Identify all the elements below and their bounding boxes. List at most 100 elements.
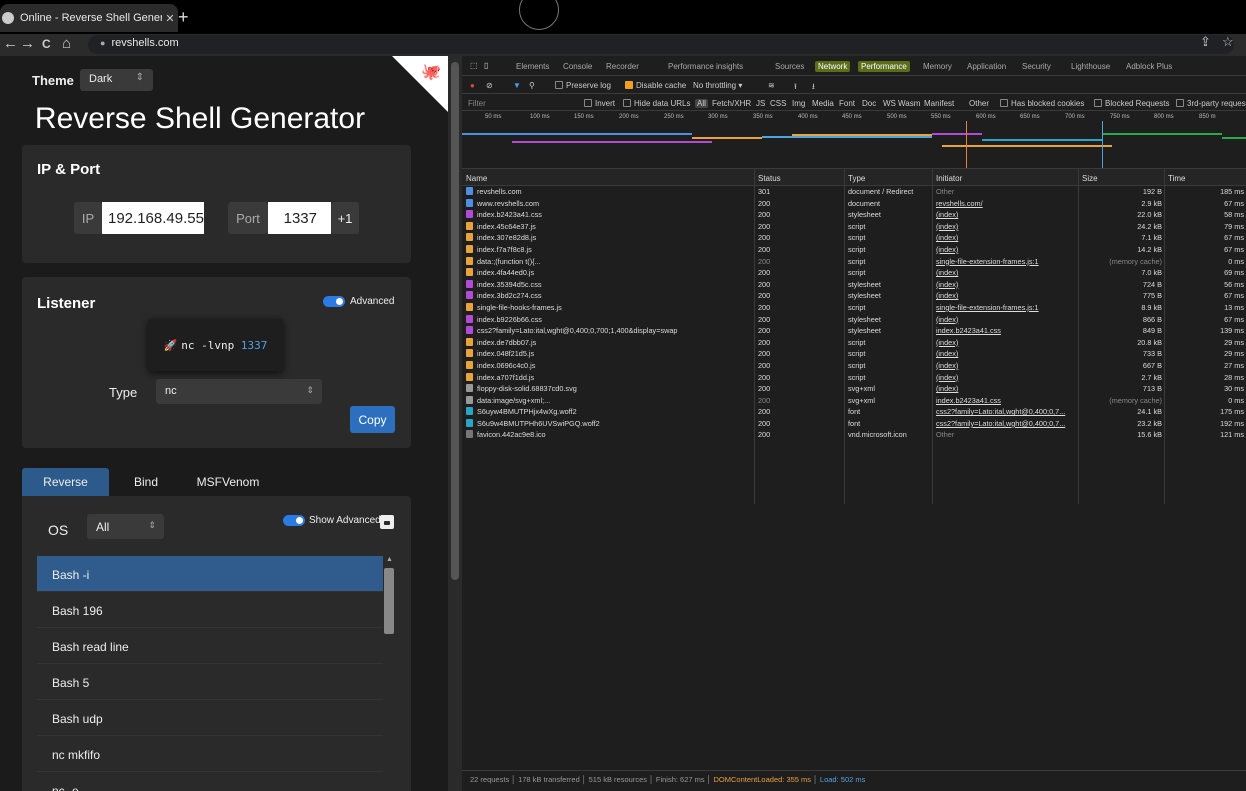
table-row[interactable]: S6uyw4BMUTPHjx4wXg.woff2 200 font css2?fami… [462,406,1246,418]
table-row[interactable]: S6u9w4BMUTPHh6UVSwiPGQ.woff2 200 font css2?… [462,418,1246,430]
filter-type-media[interactable]: Media [812,99,834,108]
request-initiator[interactable]: index.b2423a41.css [936,396,1076,405]
column-name[interactable]: Name [466,174,487,183]
table-row[interactable]: index.3bd2c274.css 200 stylesheet (index) 77… [462,290,1246,302]
filter-icon[interactable]: ▼ [513,81,521,90]
table-row[interactable]: index.de7dbb07.js 200 script (index) 20.8 kB… [462,337,1246,349]
theme-select[interactable]: Dark ⇕ [80,69,153,91]
record-icon[interactable]: ● [470,81,475,90]
request-initiator[interactable]: (index) [936,210,1076,219]
list-item[interactable]: nc mkfifo [37,736,383,772]
tab-security[interactable]: Security [1022,62,1051,71]
listener-command[interactable]: 🚀 nc -lvnp 1337 [148,319,283,371]
request-initiator[interactable]: (index) [936,384,1076,393]
list-item[interactable]: Bash -i [37,556,383,592]
listener-type-select[interactable]: nc ⇕ [156,379,322,404]
filter-type-ws[interactable]: WS [883,99,896,108]
github-corner[interactable]: 🐙 [392,56,448,112]
tab-memory[interactable]: Memory [923,62,952,71]
third-party-checkbox[interactable]: 3rd-party reques [1176,99,1246,108]
tab-console[interactable]: Console [563,62,592,71]
url-input[interactable]: ● revshells.com [88,35,1234,54]
request-initiator[interactable]: index.b2423a41.css [936,326,1076,335]
scroll-up-icon[interactable]: ▲ [386,556,393,563]
table-row[interactable]: index.a707f1dd.js 200 script (index) 2.7 kB 2… [462,372,1246,384]
import-har-icon[interactable]: ⭱ [794,81,797,93]
request-initiator[interactable]: (index) [936,373,1076,382]
network-conditions-icon[interactable]: ≋ [768,81,775,90]
request-initiator[interactable]: (index) [936,222,1076,231]
table-row[interactable]: index.0696c4c0.js 200 script (index) 667 B 27… [462,360,1246,372]
tab-adblock-plus[interactable]: Adblock Plus [1126,62,1172,71]
column-status[interactable]: Status [758,174,781,183]
tab-recorder[interactable]: Recorder [606,62,639,71]
request-initiator[interactable]: single-file-extension-frames.js:1 [936,303,1076,312]
table-row[interactable]: revshells.com 301 document / Redirect Other… [462,186,1246,198]
os-select[interactable]: All ⇕ [87,514,164,539]
list-item[interactable]: Bash read line [37,628,383,664]
filter-type-other[interactable]: Other [969,99,989,108]
scrollbar-thumb[interactable] [384,568,394,634]
tab-elements[interactable]: Elements [516,62,549,71]
table-row[interactable]: index.307e82d8.js 200 script (index) 7.1 kB 6… [462,232,1246,244]
request-initiator[interactable]: css2?family=Lato:ital,wght@0,400;0,7... [936,419,1076,428]
preserve-log-checkbox[interactable]: Preserve log [555,81,611,90]
search-icon[interactable]: ⚲ [529,81,535,90]
list-item[interactable]: Bash 196 [37,592,383,628]
list-item[interactable]: Bash 5 [37,664,383,700]
tab-sources[interactable]: Sources [775,62,804,71]
port-increment-button[interactable]: +1 [331,202,359,234]
table-row[interactable]: single-file-hooks-frames.js 200 script sing… [462,302,1246,314]
filter-type-font[interactable]: Font [839,99,855,108]
column-size[interactable]: Size [1082,174,1098,183]
invert-checkbox[interactable]: Invert [584,99,615,108]
table-row[interactable]: data:image/svg+xml;... 200 svg+xml index.b2… [462,395,1246,407]
request-initiator[interactable]: (index) [936,245,1076,254]
tab-network[interactable]: Network [815,61,851,72]
table-row[interactable]: css2?family=Lato:ital,wght@0,400;0,700;1… [462,325,1246,337]
table-row[interactable]: index.f7a7f8c8.js 200 script (index) 14.2 kB… [462,244,1246,256]
filter-type-all[interactable]: All [695,99,708,108]
network-overview-timeline[interactable]: 50 ms 100 ms 150 ms 200 ms 250 ms 300 ms 350 m… [462,111,1246,169]
table-row[interactable]: index.048f21d5.js 200 script (index) 733 B 29… [462,348,1246,360]
table-row[interactable]: index.b9226b66.css 200 stylesheet (index) 86… [462,314,1246,326]
list-item[interactable]: nc -e [37,772,383,791]
column-initiator[interactable]: Initiator [936,174,962,183]
throttling-select[interactable]: No throttling ▾ [693,81,742,90]
browser-tab[interactable]: Online - Reverse Shell Generator ✕ [0,4,178,32]
filter-type-fetch[interactable]: Fetch/XHR [712,99,751,108]
request-initiator[interactable]: (index) [936,268,1076,277]
blocked-requests-checkbox[interactable]: Blocked Requests [1094,99,1169,108]
page-scrollbar[interactable] [448,56,462,791]
page-scrollbar-thumb[interactable] [451,62,459,580]
back-icon[interactable]: ← [3,35,18,52]
new-tab-button[interactable]: + [178,7,192,28]
tab-performance[interactable]: Performance [858,61,910,72]
tab-application[interactable]: Application [967,62,1006,71]
request-initiator[interactable]: (index) [936,291,1076,300]
filter-type-wasm[interactable]: Wasm [898,99,920,108]
export-har-icon[interactable]: ⭳ [812,81,815,93]
request-initiator[interactable]: single-file-extension-frames.js:1 [936,257,1076,266]
device-toolbar-icon[interactable]: ▯ [484,61,488,70]
request-initiator[interactable]: (index) [936,280,1076,289]
tab-lighthouse[interactable]: Lighthouse [1071,62,1110,71]
advanced-toggle[interactable] [323,296,345,307]
table-row[interactable]: floppy-disk-solid.68837cd0.svg 200 svg+xml… [462,383,1246,395]
list-item[interactable]: Bash udp [37,700,383,736]
bookmark-star-icon[interactable]: ☆ [1222,34,1234,50]
request-initiator[interactable]: (index) [936,349,1076,358]
floppy-disk-icon[interactable] [380,515,394,529]
request-initiator[interactable]: revshells.com/ [936,199,1076,208]
filter-type-css[interactable]: CSS [770,99,786,108]
filter-type-img[interactable]: Img [792,99,805,108]
reload-icon[interactable]: C [42,37,51,51]
table-row[interactable]: index.35394d5c.css 200 stylesheet (index) 72… [462,279,1246,291]
tab-reverse[interactable]: Reverse [22,468,109,496]
home-icon[interactable]: ⌂ [62,35,71,52]
table-row[interactable]: www.revshells.com 200 document revshells.co… [462,198,1246,210]
filter-type-manifest[interactable]: Manifest [924,99,954,108]
table-row[interactable]: favicon.442ac9e8.ico 200 vnd.microsoft.ico… [462,429,1246,441]
request-initiator[interactable]: (index) [936,233,1076,242]
request-initiator[interactable]: css2?family=Lato:ital,wght@0,400;0,7... [936,407,1076,416]
